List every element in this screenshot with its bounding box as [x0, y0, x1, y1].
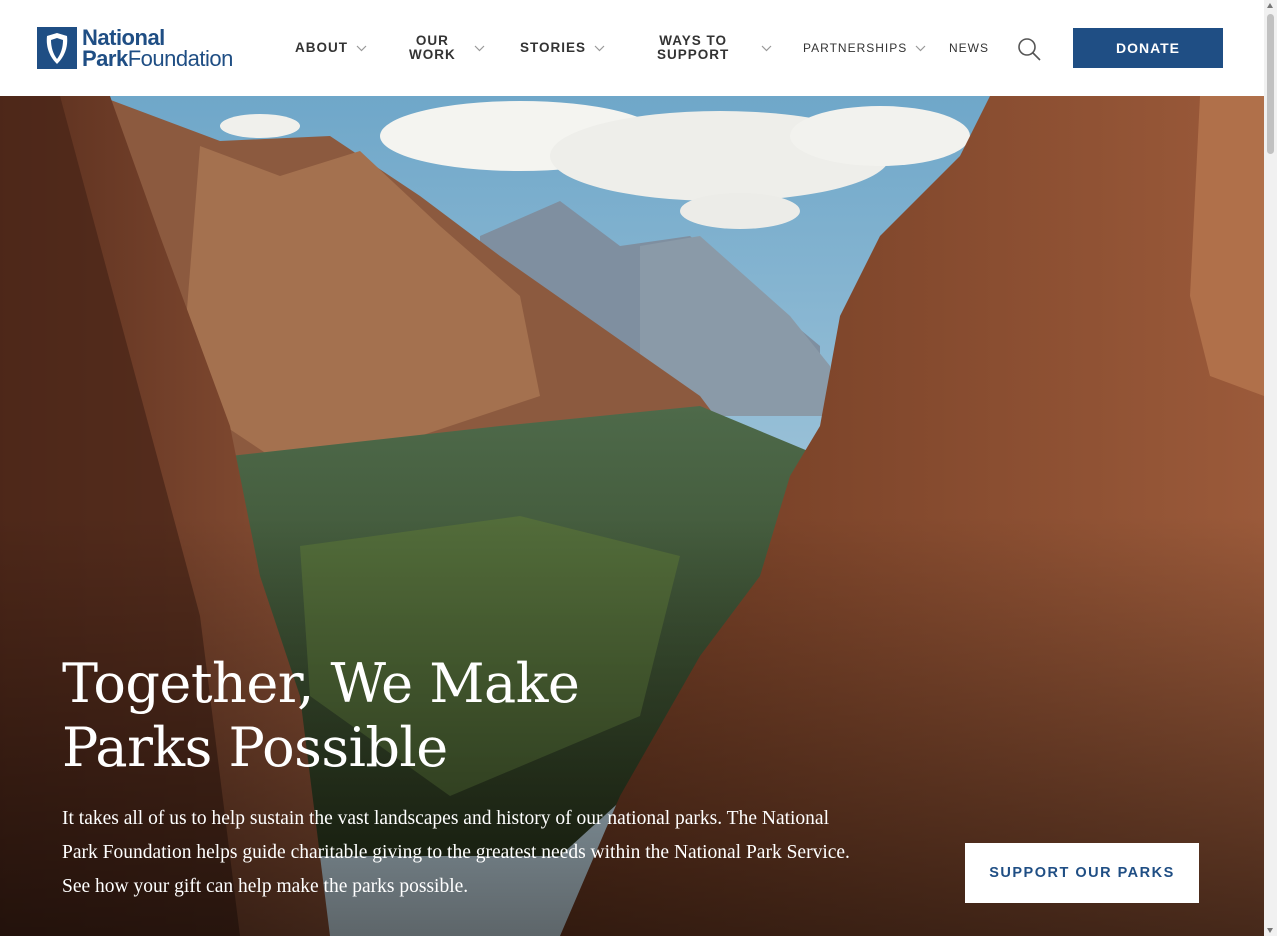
- chevron-down-icon: [356, 45, 367, 51]
- hero-description: It takes all of us to help sustain the v…: [62, 808, 850, 897]
- nav-our-work-label: OUR WORK: [409, 33, 456, 62]
- nav-ways-to-support-label: WAYS TO SUPPORT: [657, 33, 730, 62]
- nav-stories-label: STORIES: [520, 40, 587, 55]
- support-our-parks-button[interactable]: SUPPORT OUR PARKS: [965, 843, 1199, 903]
- nav-partnerships[interactable]: PARTNERSHIPS: [803, 0, 926, 96]
- donate-button[interactable]: DONATE: [1073, 28, 1223, 68]
- page-scrollbar[interactable]: [1264, 0, 1277, 936]
- hero-section: Together, We Make Parks Possible It takes…: [0, 96, 1264, 936]
- nav-news[interactable]: NEWS: [949, 0, 989, 96]
- chevron-down-icon: [761, 45, 772, 51]
- nav-about[interactable]: ABOUT: [295, 0, 367, 96]
- nav-our-work[interactable]: OUR WORK: [409, 0, 485, 96]
- scroll-down-arrow[interactable]: [1267, 928, 1273, 933]
- nav-stories[interactable]: STORIES: [520, 0, 605, 96]
- hero-title: Together, We Make Parks Possible: [62, 652, 580, 779]
- nav-partnerships-label: PARTNERSHIPS: [803, 41, 908, 55]
- logo-link[interactable]: National ParkFoundation: [37, 25, 233, 71]
- nav-ways-to-support[interactable]: WAYS TO SUPPORT: [657, 0, 772, 96]
- arrowhead-shield-icon: [37, 27, 77, 69]
- nav-news-label: NEWS: [949, 41, 989, 55]
- chevron-down-icon: [915, 45, 926, 51]
- chevron-down-icon: [594, 45, 605, 51]
- nav-about-label: ABOUT: [295, 40, 348, 55]
- logo-line-2: ParkFoundation: [82, 46, 233, 71]
- scroll-up-arrow[interactable]: [1267, 3, 1273, 8]
- search-icon[interactable]: [1016, 36, 1042, 62]
- logo-line-1: National: [82, 25, 165, 50]
- site-header: National ParkFoundation ABOUT OUR WORK ST…: [0, 0, 1264, 96]
- logo-wordmark: National ParkFoundation: [82, 25, 233, 71]
- chevron-down-icon: [474, 45, 485, 51]
- scrollbar-thumb[interactable]: [1267, 14, 1274, 154]
